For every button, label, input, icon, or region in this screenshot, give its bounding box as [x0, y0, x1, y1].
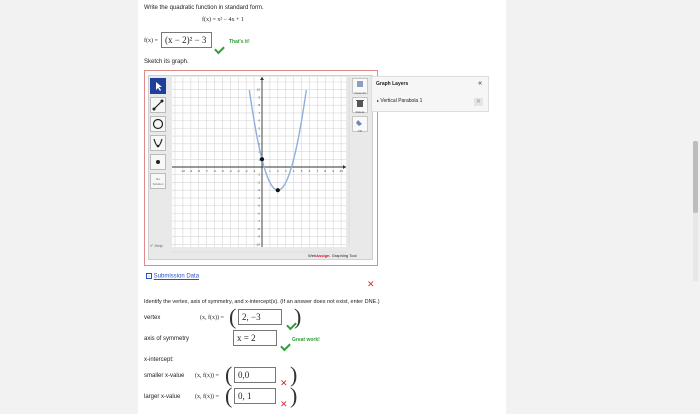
answer-feedback: That's it! — [229, 39, 250, 45]
circle-icon — [152, 118, 164, 130]
larger-incorrect-icon: ✕ — [280, 399, 288, 409]
x-tick-label: -1 — [253, 169, 256, 173]
x-tick-label: -8 — [197, 169, 200, 173]
help-label: Help — [154, 243, 163, 248]
y-tick-label: -3 — [257, 188, 260, 192]
axis-feedback: Great work! — [292, 337, 320, 343]
smaller-x-label: smaller x-value — [144, 373, 185, 379]
layer-item[interactable]: ▸ Vertical Parabola 1 — [372, 95, 488, 107]
y-tick-label: -8 — [257, 227, 260, 231]
x-tick-label: 10 — [339, 169, 343, 173]
fill-label: Fill — [358, 129, 362, 133]
x-tick-label: -7 — [205, 169, 208, 173]
smaller-x-input[interactable]: 0,0 — [234, 367, 276, 383]
larger-close-paren: ) — [290, 383, 298, 408]
brand-assign: Assign — [316, 253, 330, 258]
y-tick-label: -6 — [257, 211, 260, 215]
coordinate-plane[interactable]: -10 -9 -8 -7 -6 -5 -4 -3 -2 -1 1 2 3 4 5 6 7 8 9 1010987654… — [170, 75, 350, 258]
larger-pair-label: (x, f(x)) = — [195, 394, 219, 400]
plotted-point — [259, 157, 265, 162]
webassign-brand: WebAssign. Graphing Tool — [308, 253, 357, 258]
collapse-icon[interactable]: « — [478, 80, 482, 87]
smaller-pair-label: (x, f(x)) = — [195, 373, 219, 379]
help-check-icon: ✔ — [150, 243, 154, 248]
vertex-close-paren: ) — [294, 304, 302, 329]
pointer-icon — [156, 82, 162, 91]
y-tick-label: -2 — [257, 180, 260, 184]
vertex-pair-label: (x, f(x)) = — [200, 315, 224, 321]
submission-data-link[interactable]: + Submission Data — [146, 273, 199, 280]
graph-layers-panel: Graph Layers « ▸ Vertical Parabola 1 ✕ — [371, 76, 489, 112]
vertex-input[interactable]: 2, −3 — [238, 309, 282, 325]
instruction-text: Write the quadratic function in standard… — [144, 5, 264, 11]
y-tick-label: 10 — [257, 88, 261, 92]
y-tick-label: -4 — [257, 196, 260, 200]
line-icon — [152, 99, 164, 111]
layer-item-label: Vertical Parabola 1 — [380, 98, 423, 104]
submission-data-label[interactable]: Submission Data — [154, 274, 199, 280]
axis-label: axis of symmetry — [144, 336, 190, 342]
fill-button[interactable]: Fill — [352, 116, 368, 133]
x-tick-label: -2 — [245, 169, 248, 173]
scrollbar-thumb[interactable] — [693, 141, 698, 213]
parabola-icon — [153, 138, 163, 148]
x-tick-label: -4 — [229, 169, 232, 173]
clear-all-icon — [357, 81, 363, 87]
x-tick-label: -10 — [181, 169, 186, 173]
line-tool-button[interactable] — [150, 97, 166, 113]
page-scrollbar[interactable] — [693, 141, 698, 281]
identify-instruction: Identify the vertex, axis of symmetry, a… — [144, 299, 380, 305]
trash-icon — [356, 100, 364, 107]
layer-bullet-icon: ▸ — [377, 98, 380, 103]
layer-close-icon[interactable]: ✕ — [474, 98, 483, 106]
clear-all-label: Clear All — [354, 91, 366, 95]
help-toggle[interactable]: ✔ Help — [150, 243, 163, 248]
delete-label: Delete — [355, 110, 365, 114]
parabola-tool-button[interactable] — [150, 135, 166, 151]
point-icon — [156, 160, 160, 164]
larger-x-label: larger x-value — [144, 394, 181, 400]
axis-input[interactable]: x = 2 — [233, 330, 277, 346]
y-tick-label: -7 — [257, 219, 260, 223]
delete-button[interactable]: Delete — [352, 97, 368, 114]
smaller-incorrect-icon: ✕ — [280, 378, 288, 388]
y-tick-label: -1 — [257, 173, 260, 177]
y-tick-label: -9 — [257, 235, 260, 239]
point-tool-button[interactable] — [150, 154, 166, 170]
graph-toolbar: No Solution — [148, 75, 168, 215]
standard-form-input[interactable]: (x − 2)² − 3 — [161, 32, 212, 48]
vertex-label: vertex — [144, 315, 161, 321]
graph-incorrect-icon: ✕ — [367, 279, 375, 289]
brand-rest: . Graphing Tool — [329, 253, 357, 258]
graph-layers-title: Graph Layers — [376, 81, 409, 87]
fx-label: f(x) = — [144, 38, 158, 44]
circle-tool-button[interactable] — [150, 116, 166, 132]
brand-web: Web — [308, 253, 317, 258]
sketch-label: Sketch its graph. — [144, 59, 189, 65]
fill-icon — [356, 120, 362, 126]
x-tick-label: -6 — [213, 169, 216, 173]
vertex-open-paren: ( — [229, 304, 237, 329]
x-tick-label: -3 — [237, 169, 240, 173]
x-tick-label: -9 — [189, 169, 192, 173]
larger-open-paren: ( — [225, 383, 233, 408]
given-function: f(x) = x² − 4x + 1 — [202, 17, 244, 23]
pointer-tool-button[interactable] — [150, 78, 166, 94]
y-tick-label: -5 — [257, 204, 260, 208]
intercept-label: x-intercept: — [144, 357, 174, 363]
larger-x-input[interactable]: 0, 1 — [234, 388, 276, 404]
no-solution-button[interactable]: No Solution — [150, 173, 166, 189]
clear-all-button[interactable]: Clear All — [352, 78, 368, 95]
y-tick-label: -10 — [256, 242, 261, 246]
expand-icon: + — [146, 273, 152, 279]
plotted-point — [275, 188, 280, 193]
x-tick-label: -5 — [221, 169, 224, 173]
